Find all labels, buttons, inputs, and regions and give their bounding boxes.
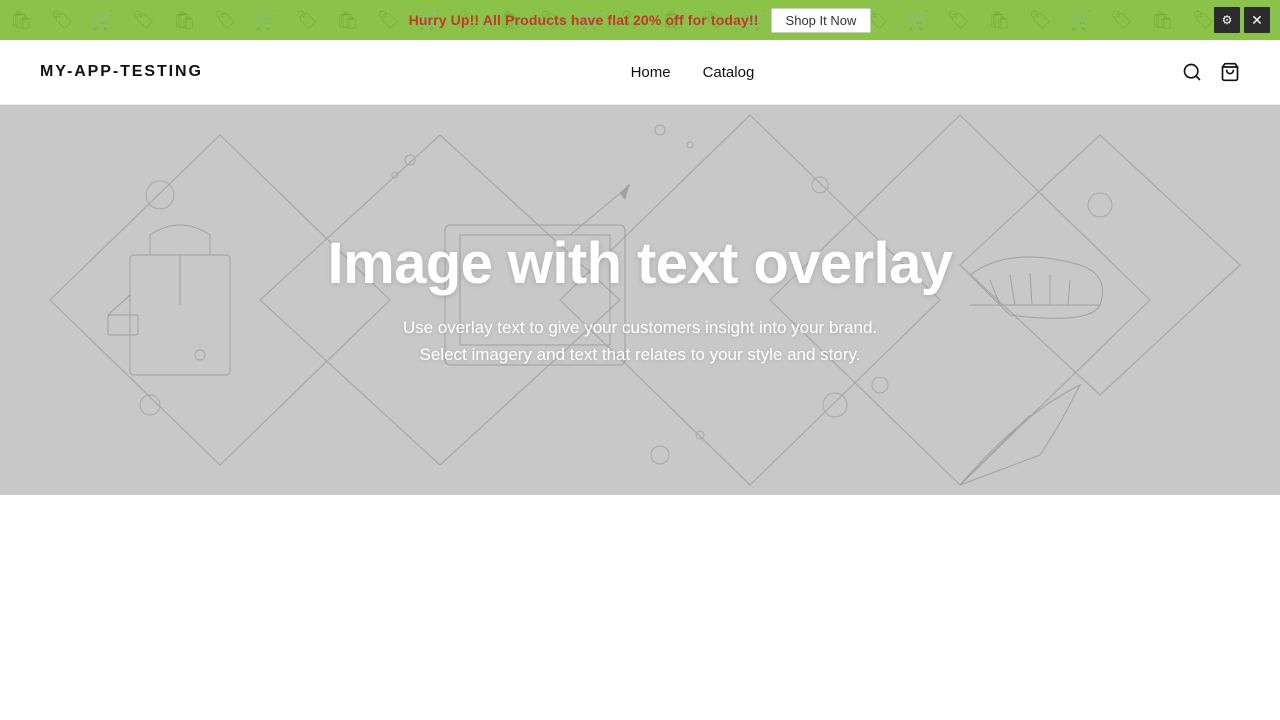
cart-icon (1220, 62, 1240, 82)
bar-icon-7: 🛒 (255, 10, 277, 31)
settings-button[interactable]: ⚙ (1214, 7, 1240, 33)
settings-icon: ⚙ (1222, 13, 1233, 27)
hero-text-overlay: Image with text overlay Use overlay text… (248, 232, 1033, 368)
bar-icon-26: 🏷 (1029, 10, 1052, 31)
bar-icon-28: 🏷 (1110, 10, 1133, 31)
bar-icon-8: 🏷 (295, 10, 318, 31)
bar-icon-25: 🛍 (988, 10, 1011, 31)
search-icon (1182, 62, 1202, 82)
bar-icon-1: 🛍 (10, 10, 33, 31)
bar-icon-23: 🛒 (907, 10, 929, 31)
bar-icon-2: 🏷 (51, 10, 74, 31)
hero-title: Image with text overlay (328, 232, 953, 296)
bar-icon-4: 🏷 (132, 10, 155, 31)
site-logo[interactable]: MY-APP-TESTING (40, 63, 203, 81)
bar-icon-10: 🏷 (377, 10, 400, 31)
close-icon: ✕ (1251, 12, 1263, 29)
bar-icon-29: 🛍 (1151, 10, 1174, 31)
header: MY-APP-TESTING Home Catalog (0, 40, 1280, 105)
announcement-bar: 🛍 🏷 🛒 🏷 🛍 🏷 🛒 🏷 🛍 🏷 🛒 🏷 🛍 🏷 🛒 🏷 🛍 🏷 🛒 🏷 … (0, 0, 1280, 40)
hero-subtitle-line2: Select imagery and text that relates to … (328, 341, 953, 368)
cart-button[interactable] (1220, 62, 1240, 82)
bottom-white-area (0, 495, 1280, 625)
search-button[interactable] (1182, 62, 1202, 82)
shop-now-button[interactable]: Shop It Now (771, 8, 872, 33)
announcement-text: Hurry Up!! All Products have flat 20% of… (409, 12, 759, 28)
bar-icon-30: 🏷 (1192, 10, 1215, 31)
nav-catalog[interactable]: Catalog (703, 64, 755, 81)
bar-icon-6: 🏷 (214, 10, 237, 31)
bar-icon-9: 🛍 (336, 10, 359, 31)
hero-section: Image with text overlay Use overlay text… (0, 105, 1280, 495)
bar-icon-27: 🛒 (1070, 10, 1092, 31)
bar-icon-24: 🏷 (947, 10, 970, 31)
main-nav: Home Catalog (631, 64, 755, 81)
nav-home[interactable]: Home (631, 64, 671, 81)
bar-icon-5: 🛍 (173, 10, 196, 31)
header-action-icons (1182, 62, 1240, 82)
bar-icon-3: 🛒 (92, 10, 114, 31)
announcement-content: Hurry Up!! All Products have flat 20% of… (409, 8, 872, 33)
close-button[interactable]: ✕ (1244, 7, 1270, 33)
hero-subtitle-line1: Use overlay text to give your customers … (328, 314, 953, 341)
